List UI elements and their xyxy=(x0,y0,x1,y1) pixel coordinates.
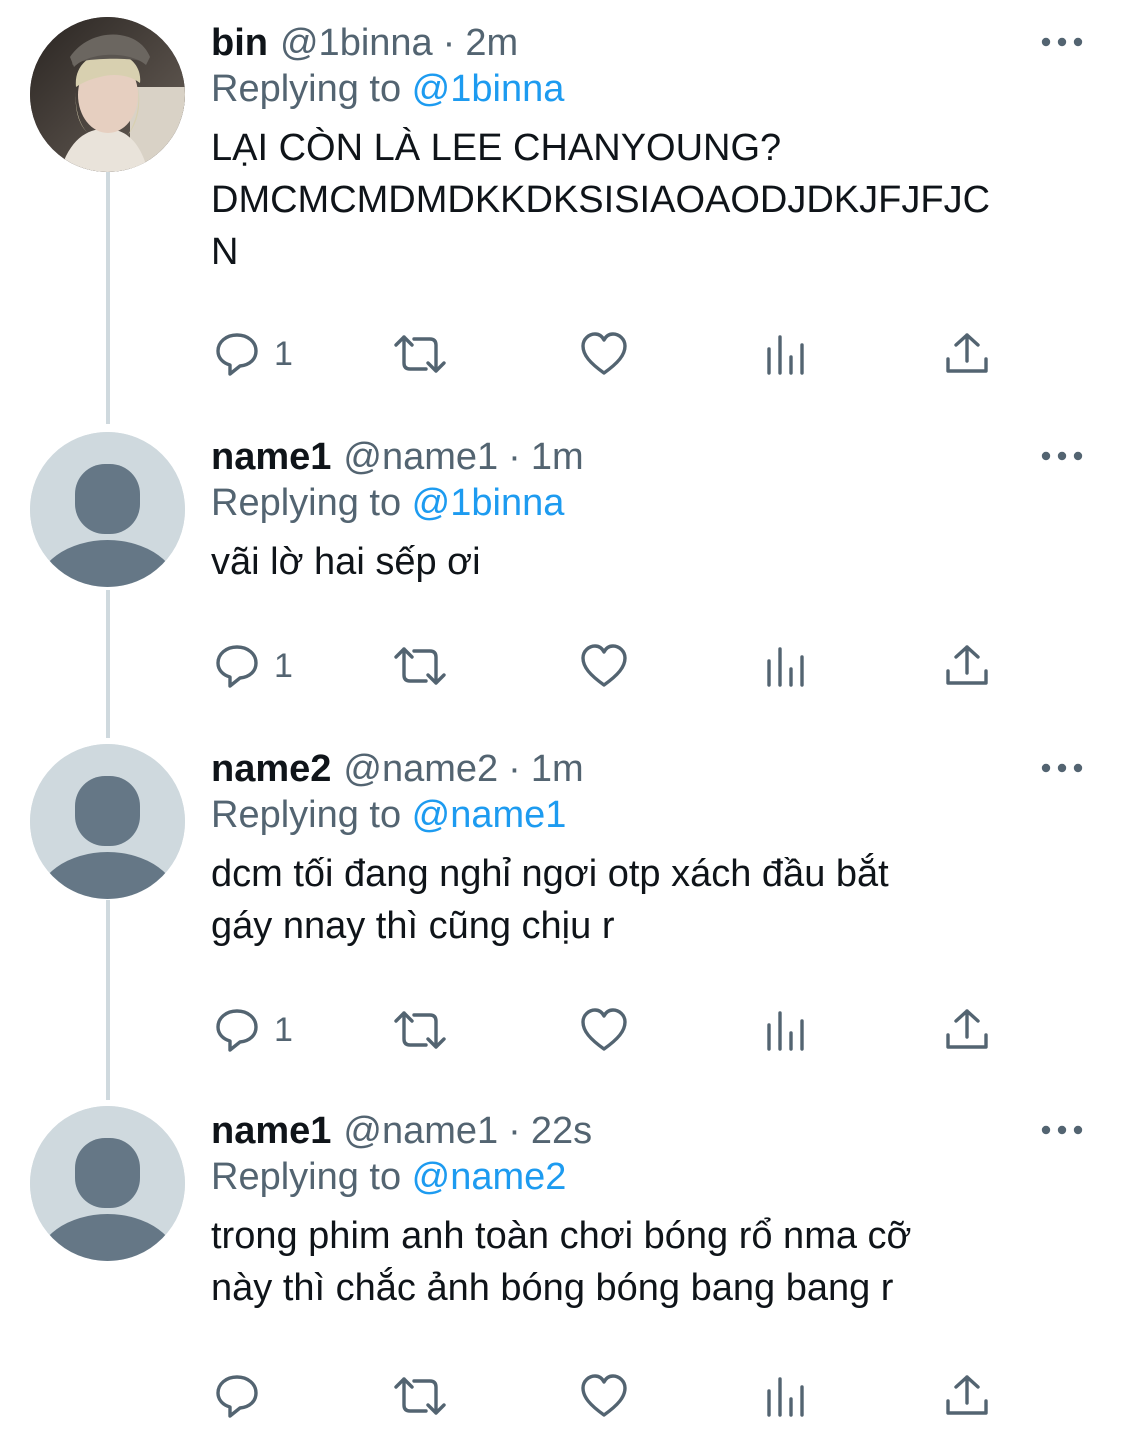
tweet-header: bin @1binna · 2m xyxy=(211,18,518,68)
display-name[interactable]: name1 xyxy=(211,436,331,479)
mention-link[interactable]: @name2 xyxy=(412,1156,567,1198)
reply-count: 1 xyxy=(274,1010,293,1049)
retweet-arrows-icon xyxy=(394,1011,446,1049)
retweet-button[interactable] xyxy=(392,324,448,384)
like-button[interactable] xyxy=(580,324,628,384)
views-button[interactable] xyxy=(764,636,808,696)
replying-to: Replying to @1binna xyxy=(211,482,564,525)
timestamp[interactable]: 1m xyxy=(531,436,584,479)
bar-chart-icon xyxy=(767,1011,804,1051)
tweet-text: vãi lờ hai sếp ơi xyxy=(211,541,481,583)
reply-button[interactable]: 1 xyxy=(214,636,293,696)
action-bar: 1 xyxy=(0,1000,1125,1060)
speech-bubble-icon xyxy=(216,1375,258,1418)
like-button[interactable] xyxy=(580,636,628,696)
retweet-arrows-icon xyxy=(394,647,446,685)
mention-link[interactable]: @name1 xyxy=(412,794,567,836)
share-button[interactable] xyxy=(944,636,990,696)
replying-to: Replying to @name1 xyxy=(211,794,566,837)
avatar[interactable] xyxy=(30,17,185,172)
separator: · xyxy=(442,21,456,64)
ellipsis-icon[interactable] xyxy=(1040,446,1084,466)
replying-to-label: Replying to xyxy=(211,68,412,110)
action-bar: 1 xyxy=(0,636,1125,696)
replying-to-label: Replying to xyxy=(211,482,412,524)
user-handle[interactable]: @1binna xyxy=(280,22,433,65)
tweet-header: name1 @name1 · 22s xyxy=(211,1106,592,1156)
separator: · xyxy=(508,435,521,478)
retweet-button[interactable] xyxy=(392,1000,448,1060)
views-button[interactable] xyxy=(764,1366,808,1426)
retweet-arrows-icon xyxy=(394,1377,446,1415)
avatar[interactable] xyxy=(30,432,185,587)
tweet[interactable]: bin @1binna · 2m Replying to @1binna LẠI… xyxy=(0,17,1125,398)
replying-to-label: Replying to xyxy=(211,794,412,836)
share-button[interactable] xyxy=(944,1000,990,1060)
bar-chart-icon xyxy=(767,335,804,375)
user-handle[interactable]: @name1 xyxy=(343,1110,498,1153)
reply-count: 1 xyxy=(274,334,293,373)
user-handle[interactable]: @name2 xyxy=(343,748,498,791)
default-profile-icon xyxy=(30,744,185,899)
ellipsis-icon[interactable] xyxy=(1040,32,1084,52)
tweet-text: LẠI CÒN LÀ LEE CHANYOUNG? DMCMCMDMDKKDKS… xyxy=(211,127,991,273)
separator: · xyxy=(508,747,521,790)
reply-button[interactable]: 1 xyxy=(214,1000,293,1060)
speech-bubble-icon xyxy=(216,645,258,688)
heart-icon xyxy=(581,1374,627,1417)
mention-link[interactable]: @1binna xyxy=(412,482,565,524)
avatar[interactable] xyxy=(30,1106,185,1261)
replying-to: Replying to @name2 xyxy=(211,1156,566,1199)
views-button[interactable] xyxy=(764,1000,808,1060)
heart-icon xyxy=(581,1008,627,1051)
ellipsis-icon[interactable] xyxy=(1040,758,1084,778)
default-profile-icon xyxy=(30,432,185,587)
profile-photo xyxy=(30,17,185,172)
share-upload-icon xyxy=(946,1009,988,1049)
display-name[interactable]: bin xyxy=(211,22,268,65)
action-bar: 1 xyxy=(0,324,1125,384)
separator: · xyxy=(508,1109,521,1152)
share-upload-icon xyxy=(946,645,988,685)
like-button[interactable] xyxy=(580,1366,628,1426)
ellipsis-icon[interactable] xyxy=(1040,1120,1084,1140)
user-handle[interactable]: @name1 xyxy=(343,436,498,479)
mention-link[interactable]: @1binna xyxy=(412,68,565,110)
views-button[interactable] xyxy=(764,324,808,384)
bar-chart-icon xyxy=(767,647,804,687)
like-button[interactable] xyxy=(580,1000,628,1060)
display-name[interactable]: name1 xyxy=(211,1110,331,1153)
avatar[interactable] xyxy=(30,744,185,899)
reply-button[interactable]: 1 xyxy=(214,324,293,384)
timestamp[interactable]: 22s xyxy=(531,1110,592,1153)
tweet-text: dcm tối đang nghỉ ngơi otp xách đầu bắt … xyxy=(211,853,889,947)
retweet-button[interactable] xyxy=(392,1366,448,1426)
display-name[interactable]: name2 xyxy=(211,748,331,791)
action-bar xyxy=(0,1366,1125,1426)
reply-count: 1 xyxy=(274,646,293,685)
speech-bubble-icon xyxy=(216,333,258,376)
replying-to: Replying to @1binna xyxy=(211,68,564,111)
retweet-button[interactable] xyxy=(392,636,448,696)
heart-icon xyxy=(581,332,627,375)
default-profile-icon xyxy=(30,1106,185,1261)
tweet-header: name1 @name1 · 1m xyxy=(211,432,584,482)
tweet[interactable]: name1 @name1 · 22s Replying to @name2 tr… xyxy=(0,1106,1125,1440)
bar-chart-icon xyxy=(767,1377,804,1417)
replying-to-label: Replying to xyxy=(211,1156,412,1198)
share-button[interactable] xyxy=(944,324,990,384)
tweet[interactable]: name1 @name1 · 1m Replying to @1binna vã… xyxy=(0,432,1125,712)
share-upload-icon xyxy=(946,1375,988,1415)
speech-bubble-icon xyxy=(216,1009,258,1052)
heart-icon xyxy=(581,644,627,687)
timestamp[interactable]: 1m xyxy=(531,748,584,791)
timestamp[interactable]: 2m xyxy=(465,22,518,65)
share-button[interactable] xyxy=(944,1366,990,1426)
reply-button[interactable] xyxy=(214,1366,260,1426)
retweet-arrows-icon xyxy=(394,335,446,373)
share-upload-icon xyxy=(946,333,988,373)
tweet[interactable]: name2 @name2 · 1m Replying to @name1 dcm… xyxy=(0,744,1125,1074)
tweet-text: trong phim anh toàn chơi bóng rổ nma cỡ … xyxy=(211,1215,912,1309)
tweet-header: name2 @name2 · 1m xyxy=(211,744,584,794)
